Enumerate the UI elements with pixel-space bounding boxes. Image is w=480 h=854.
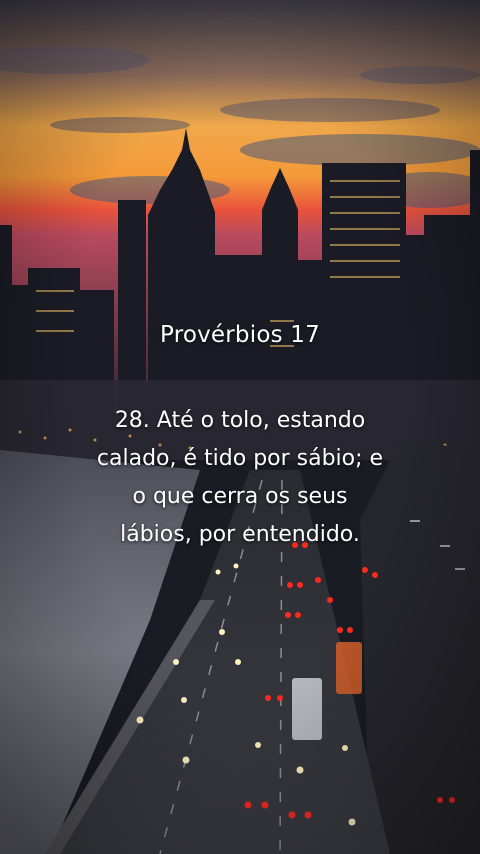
verse-line: calado, é tido por sábio; e bbox=[96, 446, 384, 471]
verse-text: 28. Até o tolo, estando calado, é tido p… bbox=[0, 402, 480, 554]
verse-line: o que cerra os seus bbox=[132, 484, 348, 509]
verse-line: lábios, por entendido. bbox=[120, 522, 360, 547]
verse-line: 28. Até o tolo, estando bbox=[114, 408, 366, 433]
chapter-title: Provérbios 17 bbox=[160, 322, 320, 348]
